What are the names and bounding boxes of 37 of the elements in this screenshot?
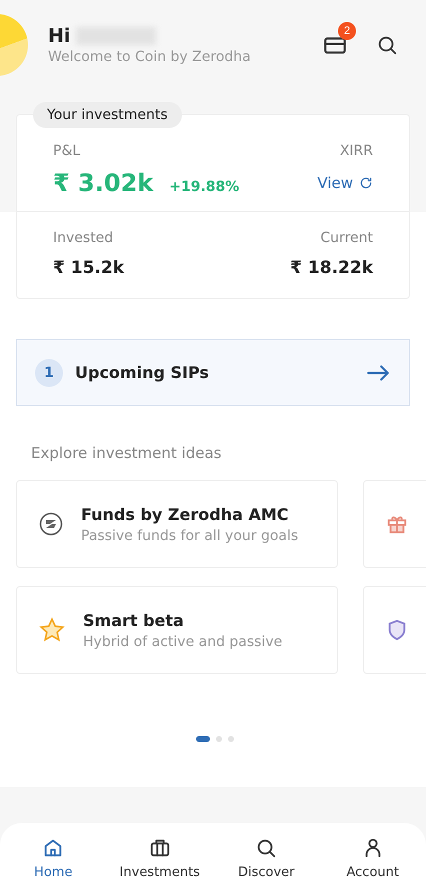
idea-card[interactable]: Funds by Zerodha AMC Passive funds for all your goals xyxy=(16,480,338,568)
coin-logo-icon xyxy=(39,512,63,536)
search-button[interactable] xyxy=(376,34,398,56)
nav-tab[interactable]: Discover xyxy=(216,836,316,880)
invested-label: Invested xyxy=(53,230,114,246)
upcoming-sips-button[interactable]: 1 Upcoming SIPs xyxy=(16,339,410,406)
refresh-icon xyxy=(359,176,373,190)
invested-value: ₹ 15.2k xyxy=(53,258,124,278)
xirr-label: XIRR xyxy=(340,143,373,159)
idea-card[interactable]: Smart beta Hybrid of active and passive xyxy=(16,586,338,674)
section-title: Explore investment ideas xyxy=(31,444,222,462)
pnl-value: ₹ 3.02k xyxy=(53,169,154,197)
nav-tab[interactable]: Account xyxy=(322,836,423,880)
star-icon xyxy=(39,617,65,643)
nav-tab[interactable]: Investments xyxy=(110,836,210,880)
pnl-percent: +19.88% xyxy=(169,179,240,195)
idea-title: Smart beta xyxy=(83,610,185,630)
page-dot[interactable] xyxy=(216,736,222,742)
greeting: Hi xyxy=(48,25,70,47)
idea-card[interactable] xyxy=(363,586,426,674)
idea-subtitle: Hybrid of active and passive xyxy=(83,634,282,650)
view-xirr-link[interactable]: View xyxy=(317,174,373,192)
idea-title: Funds by Zerodha AMC xyxy=(81,504,290,524)
sip-label: Upcoming SIPs xyxy=(75,363,210,382)
search-icon xyxy=(376,34,398,56)
current-label: Current xyxy=(320,230,373,246)
shield-icon xyxy=(386,619,408,641)
idea-subtitle: Passive funds for all your goals xyxy=(81,528,298,544)
notification-badge: 2 xyxy=(338,22,356,40)
idea-card[interactable] xyxy=(363,480,426,568)
pnl-label: P&L xyxy=(53,143,80,159)
nav-tab[interactable]: Home xyxy=(3,836,104,880)
section-tag: Your investments xyxy=(33,102,182,128)
welcome-text: Welcome to Coin by Zerodha xyxy=(48,49,252,65)
current-value: ₹ 18.22k xyxy=(290,258,373,278)
sip-count: 1 xyxy=(35,358,63,386)
page-dot[interactable] xyxy=(228,736,234,742)
